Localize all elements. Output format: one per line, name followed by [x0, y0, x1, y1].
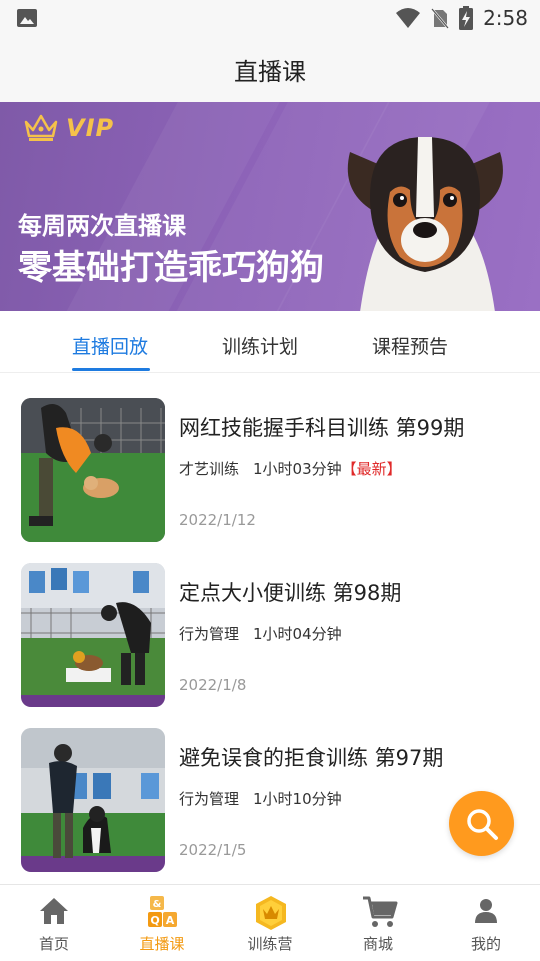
course-date: 2022/1/8: [179, 676, 247, 694]
course-thumbnail: [21, 563, 165, 707]
bottom-nav: 首页 & Q A 直播课 训练营 商城 我的: [0, 884, 540, 961]
course-meta: 行为管理 1小时10分钟: [179, 788, 342, 809]
clock: 2:58: [483, 6, 528, 30]
nav-profile[interactable]: 我的: [432, 885, 540, 961]
course-title: 避免误食的拒食训练 第97期: [179, 746, 444, 770]
no-sim-icon: [431, 8, 450, 29]
qa-blocks-icon: & Q A: [148, 896, 177, 927]
page-title: 直播课: [234, 57, 306, 86]
nav-home[interactable]: 首页: [0, 885, 108, 961]
course-title: 定点大小便训练 第98期: [179, 581, 402, 605]
course-date: 2022/1/12: [179, 511, 256, 529]
nav-profile-label: 我的: [470, 935, 501, 953]
search-fab-button[interactable]: [449, 791, 514, 856]
course-item[interactable]: 网红技能握手科目训练 第99期 才艺训练 1小时03分钟【最新】 2022/1/1…: [0, 372, 540, 542]
home-icon: [40, 898, 68, 924]
tab-live-replay[interactable]: 直播回放: [72, 332, 148, 359]
tab-course-preview[interactable]: 课程预告: [372, 332, 448, 359]
course-thumbnail: [21, 728, 165, 872]
battery-charging-icon: [459, 6, 474, 30]
nav-training-camp-label: 训练营: [247, 935, 293, 953]
cart-icon: [363, 896, 398, 927]
nav-live-course-label: 直播课: [139, 935, 185, 953]
course-thumbnail: [21, 398, 165, 542]
banner-headline: 零基础打造乖巧狗狗: [18, 248, 324, 288]
course-duration: 1小时10分钟: [253, 790, 342, 808]
banner-subtitle: 每周两次直播课: [18, 212, 186, 240]
nav-shop-label: 商城: [362, 935, 393, 953]
dog-photo: [347, 137, 503, 311]
person-icon: [475, 899, 497, 923]
course-item[interactable]: 定点大小便训练 第98期 行为管理 1小时04分钟 2022/1/8: [0, 537, 540, 707]
svg-text:Q: Q: [150, 914, 159, 927]
course-meta: 才艺训练 1小时03分钟【最新】: [179, 458, 402, 479]
nav-live-course[interactable]: & Q A 直播课: [108, 885, 216, 961]
vip-badge: VIP: [24, 114, 114, 142]
course-duration: 1小时04分钟: [253, 625, 342, 643]
vip-label: VIP: [66, 114, 115, 142]
status-bar: 2:58: [0, 0, 540, 36]
title-bar: 直播课: [0, 36, 540, 102]
course-duration: 1小时03分钟: [253, 460, 342, 478]
svg-text:A: A: [166, 914, 175, 927]
course-category: 行为管理: [179, 625, 240, 643]
nav-home-label: 首页: [38, 935, 69, 953]
tab-training-plan[interactable]: 训练计划: [222, 332, 298, 359]
search-icon: [466, 808, 498, 840]
svg-text:&: &: [153, 899, 162, 910]
course-category: 行为管理: [179, 790, 240, 808]
crown-icon: [24, 114, 58, 141]
course-category: 才艺训练: [179, 460, 240, 478]
active-tab-indicator: [72, 368, 150, 371]
course-meta: 行为管理 1小时04分钟: [179, 623, 342, 644]
nav-shop[interactable]: 商城: [324, 885, 432, 961]
image-notification-icon: [17, 9, 37, 27]
vip-banner[interactable]: VIP 每周两次直播课 零基础打造乖巧狗狗: [0, 102, 540, 311]
nav-training-camp[interactable]: 训练营: [216, 885, 324, 961]
new-tag: 【最新】: [341, 460, 402, 478]
course-tabs: 直播回放 训练计划 课程预告: [0, 312, 540, 373]
course-date: 2022/1/5: [179, 841, 247, 859]
course-title: 网红技能握手科目训练 第99期: [179, 416, 465, 440]
crown-badge-icon: [256, 896, 286, 930]
wifi-icon: [396, 8, 421, 28]
